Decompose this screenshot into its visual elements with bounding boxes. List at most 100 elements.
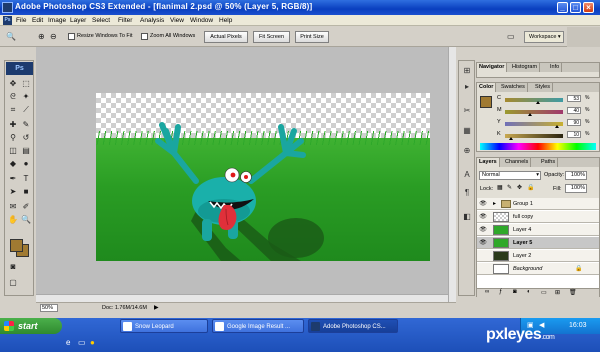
resize-windows-checkbox[interactable] [68, 33, 75, 40]
actual-pixels-button[interactable]: Actual Pixels [204, 31, 248, 43]
task-photoshop[interactable]: Adobe Photoshop CS... [308, 319, 398, 333]
marquee-tool-icon[interactable]: ⬚ [20, 78, 32, 89]
ps-menu-icon[interactable]: Ps [3, 16, 12, 25]
shape-tool-icon[interactable]: ■ [20, 186, 32, 197]
blend-mode-select[interactable]: Normal ▾ [479, 171, 541, 180]
clone-source-icon[interactable]: ⊕ [461, 145, 473, 157]
clone-stamp-icon[interactable]: ⚲ [7, 132, 19, 143]
layer-mask-icon[interactable]: ◙ [513, 289, 517, 295]
layer-row-layer-5[interactable]: 👁 Layer 5 [477, 237, 599, 249]
menu-help[interactable]: Help [219, 17, 232, 24]
hand-tool-icon[interactable]: ✋ [7, 214, 19, 225]
character-panel-icon[interactable]: A [461, 169, 473, 181]
black-slider[interactable]: K 10 % [497, 131, 597, 141]
workspace-icon[interactable]: ▭ [507, 32, 515, 42]
actions-panel-icon[interactable]: ▸ [461, 81, 473, 93]
menu-window[interactable]: Window [190, 17, 213, 24]
menu-view[interactable]: View [170, 17, 184, 24]
tool-presets-icon[interactable]: ✂ [461, 105, 473, 117]
eye-icon[interactable]: 👁 [479, 226, 487, 234]
adjustment-layer-icon[interactable]: ◐ [527, 289, 531, 295]
task-snow-leopard[interactable]: Snow Leopard [120, 319, 208, 333]
opacity-field[interactable]: 100% [565, 171, 587, 180]
eyedropper-icon[interactable]: ✐ [20, 201, 32, 212]
history-panel-icon[interactable]: ⊞ [461, 65, 473, 77]
tab-layers[interactable]: Layers [477, 158, 500, 167]
lock-pixels-icon[interactable]: ✎ [507, 184, 512, 191]
brush-tool-icon[interactable]: ✎ [20, 119, 32, 130]
zoom-all-checkbox[interactable] [141, 33, 148, 40]
crop-tool-icon[interactable]: ⌗ [7, 104, 19, 115]
messenger-icon[interactable]: ● [90, 338, 95, 347]
start-button[interactable]: start [0, 318, 62, 334]
horizontal-scrollbar[interactable] [36, 294, 448, 302]
lock-position-icon[interactable]: ✥ [517, 184, 522, 191]
lasso-tool-icon[interactable]: ᘓ [7, 91, 19, 102]
workspace-button[interactable]: Workspace ▾ [524, 31, 564, 43]
brushes-panel-icon[interactable]: ▦ [461, 125, 473, 137]
fit-screen-button[interactable]: Fit Screen [253, 31, 290, 43]
eye-icon[interactable]: 👁 [479, 239, 487, 247]
close-button[interactable]: × [583, 2, 594, 13]
fill-field[interactable]: 100% [565, 184, 587, 193]
screen-mode-icon[interactable]: ▢ [7, 277, 19, 288]
vertical-scrollbar[interactable] [448, 47, 456, 302]
black-value[interactable]: 10 [567, 131, 581, 138]
menu-image[interactable]: Image [48, 17, 66, 24]
lock-all-icon[interactable]: 🔒 [527, 184, 534, 191]
visibility-toggle[interactable] [479, 265, 487, 273]
menu-file[interactable]: File [16, 17, 26, 24]
notes-tool-icon[interactable]: ✉ [7, 201, 19, 212]
tab-info[interactable]: Info [548, 63, 563, 72]
layer-row-layer-2[interactable]: Layer 2 [477, 250, 599, 262]
menu-select[interactable]: Select [92, 17, 110, 24]
menu-edit[interactable]: Edit [32, 17, 43, 24]
pen-tool-icon[interactable]: ✒ [7, 173, 19, 184]
new-group-icon[interactable]: ▭ [541, 289, 547, 296]
trash-icon[interactable]: 🗑 [569, 289, 577, 296]
eraser-tool-icon[interactable]: ◫ [7, 145, 19, 156]
canvas-image[interactable] [96, 93, 430, 261]
tab-paths[interactable]: Paths [539, 158, 559, 167]
link-layers-icon[interactable]: ∞ [485, 289, 489, 295]
zoom-tool-icon[interactable]: 🔍 [20, 214, 32, 225]
type-tool-icon[interactable]: T [20, 173, 32, 184]
menu-filter[interactable]: Filter [118, 17, 132, 24]
foreground-color-swatch[interactable] [10, 239, 23, 252]
color-fg-swatch[interactable] [480, 96, 492, 108]
layer-row-full-copy[interactable]: 👁 full copy [477, 211, 599, 223]
lock-transparency-icon[interactable]: ▦ [497, 184, 503, 191]
zoom-in-icon[interactable]: ⊕ [38, 32, 45, 42]
zoom-tool-icon[interactable]: 🔍 [6, 32, 16, 42]
tab-channels[interactable]: Channels [503, 158, 532, 167]
visibility-toggle[interactable] [479, 252, 487, 260]
maximize-button[interactable]: □ [570, 2, 581, 13]
eye-icon[interactable]: 👁 [479, 213, 487, 221]
print-size-button[interactable]: Print Size [295, 31, 329, 43]
yellow-slider[interactable]: Y 90 % [497, 119, 597, 129]
new-layer-icon[interactable]: ⊞ [555, 289, 560, 296]
slice-tool-icon[interactable]: ⟋ [20, 104, 32, 115]
zoom-out-icon[interactable]: ⊖ [50, 32, 57, 42]
layer-row-group-1[interactable]: 👁 ▸ Group 1 [477, 198, 599, 210]
cyan-slider[interactable]: C 53 % [497, 95, 597, 105]
tab-swatches[interactable]: Swatches [499, 83, 528, 92]
paragraph-panel-icon[interactable]: ¶ [461, 187, 473, 199]
history-brush-icon[interactable]: ↺ [20, 132, 32, 143]
zoom-level-field[interactable]: 50% [40, 304, 58, 312]
expand-arrow-icon[interactable]: ▸ [493, 200, 496, 207]
layer-style-icon[interactable]: ƒ [499, 289, 502, 295]
layer-comps-icon[interactable]: ◧ [461, 211, 473, 223]
tab-navigator[interactable]: Navigator [477, 63, 508, 72]
show-desktop-icon[interactable]: ▭ [78, 338, 86, 347]
eye-icon[interactable]: 👁 [479, 200, 487, 208]
blur-tool-icon[interactable]: ◆ [7, 158, 19, 169]
quick-mask-icon[interactable]: ◙ [7, 261, 19, 272]
layer-row-layer-4[interactable]: 👁 Layer 4 [477, 224, 599, 236]
task-google-image[interactable]: Google Image Result ... [212, 319, 304, 333]
minimize-button[interactable]: _ [557, 2, 568, 13]
tab-histogram[interactable]: Histogram [510, 63, 541, 72]
menu-layer[interactable]: Layer [70, 17, 86, 24]
cyan-value[interactable]: 53 [567, 95, 581, 102]
dodge-tool-icon[interactable]: ● [20, 158, 32, 169]
